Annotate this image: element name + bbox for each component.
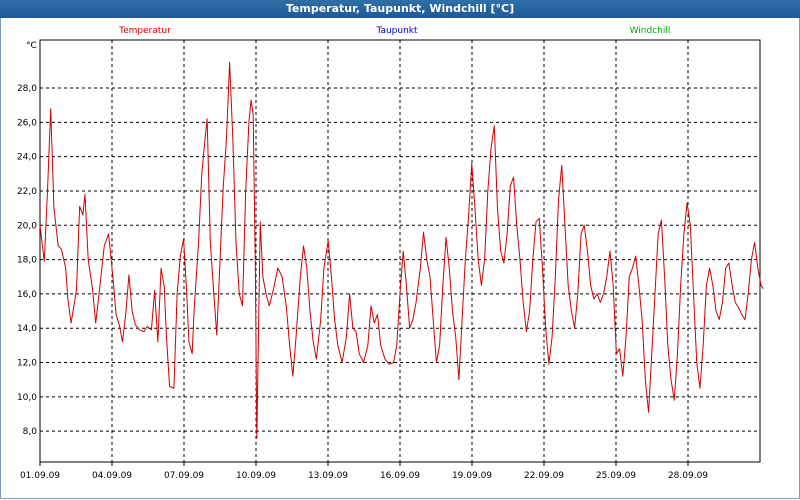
y-tick-label: 12,0 [17, 359, 37, 369]
x-tick-label: 16.09.09 [380, 471, 420, 481]
legend-item: Temperatur [118, 26, 171, 36]
y-tick-label: 26,0 [17, 118, 37, 128]
chart-canvas: 8,0 10,0 12,0 14,0 16,0 18,0 20,0 22,0 24,0 26,0 2… [17, 26, 764, 481]
x-tick-label: 01.09.09 [20, 471, 60, 481]
y-tick-label: 24,0 [17, 153, 37, 163]
x-tick-label: 07.09.09 [164, 471, 204, 481]
y-tick-label: 8,0 [23, 427, 38, 437]
x-tick-label: 22.09.09 [524, 471, 564, 481]
y-tick-label: 20,0 [17, 221, 37, 231]
x-tick-label: 10.09.09 [236, 471, 276, 481]
y-tick-label: 22,0 [17, 187, 37, 197]
x-tick-label: 19.09.09 [452, 471, 492, 481]
legend-item: Windchill [630, 26, 671, 36]
x-tick-label: 04.09.09 [92, 471, 132, 481]
y-tick-label: 14,0 [17, 324, 37, 334]
legend: Temperatur Taupunkt Windchill [118, 26, 670, 36]
x-tick-label: 25.09.09 [596, 471, 636, 481]
y-tick-label: 18,0 [17, 256, 37, 266]
y-tick-label: 16,0 [17, 290, 37, 300]
x-axis-ticks: 01.09.09 04.09.09 07.09.09 10.09.09 13.09.09… [20, 462, 708, 481]
y-tick-label: 28,0 [17, 84, 37, 94]
y-tick-label: 10,0 [17, 393, 37, 403]
y-axis-unit-label: °C [26, 41, 37, 51]
x-tick-label: 28.09.09 [668, 471, 708, 481]
x-tick-label: 13.09.09 [308, 471, 348, 481]
legend-item: Taupunkt [375, 26, 418, 36]
y-axis-ticks: 8,0 10,0 12,0 14,0 16,0 18,0 20,0 22,0 24,0 26,0 2… [17, 84, 37, 437]
